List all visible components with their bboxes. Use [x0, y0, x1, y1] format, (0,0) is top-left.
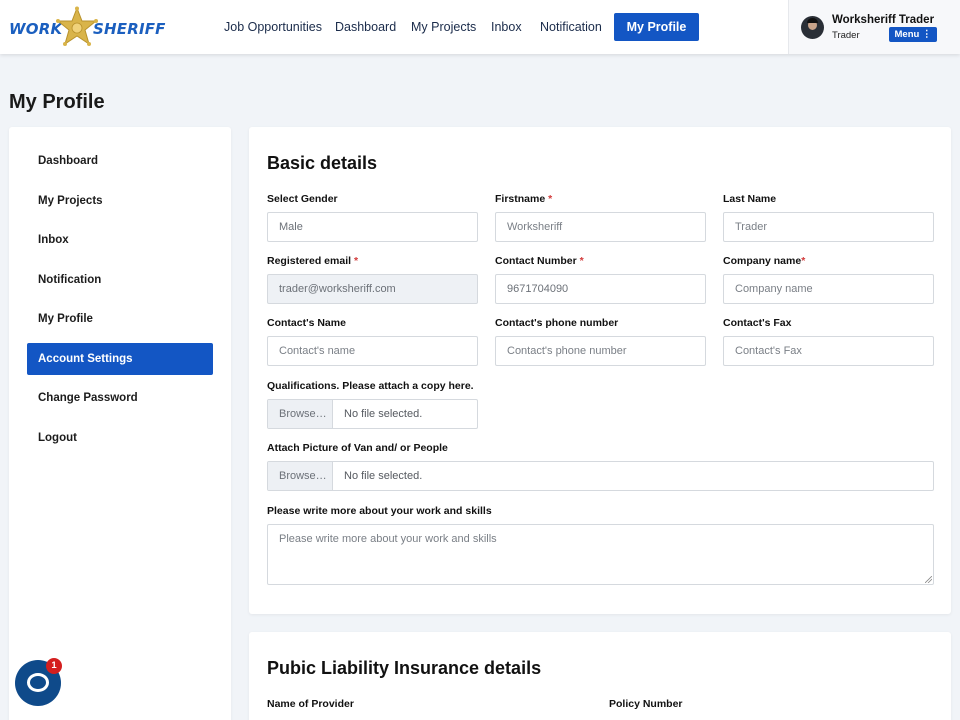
gender-label: Select Gender [267, 193, 338, 205]
about-label: Please write more about your work and sk… [267, 505, 492, 517]
qualifications-file-input[interactable]: Browse… No file selected. [267, 399, 478, 429]
avatar[interactable] [801, 16, 824, 39]
avatar-hair [807, 18, 818, 23]
firstname-input[interactable]: Worksheriff [495, 212, 706, 242]
page-title: My Profile [9, 91, 105, 113]
qualifications-label: Qualifications. Please attach a copy her… [267, 380, 474, 392]
chat-bubble-icon [27, 673, 49, 692]
sidebar-item-account-settings[interactable]: Account Settings [27, 343, 213, 375]
picture-label: Attach Picture of Van and/ or People [267, 442, 448, 454]
lastname-label: Last Name [723, 193, 777, 205]
company-name-input[interactable]: Company name [723, 274, 934, 304]
sidebar-item-notification[interactable]: Notification [27, 264, 213, 296]
nav-my-profile-button[interactable]: My Profile [614, 13, 699, 41]
basic-details-title: Basic details [267, 153, 378, 173]
required-mark: * [353, 255, 359, 267]
user-panel: Worksheriff Trader Trader Menu ⋮ [788, 0, 960, 54]
sidebar-item-change-password[interactable]: Change Password [27, 382, 213, 414]
user-role: Trader [832, 30, 860, 41]
browse-button[interactable]: Browse… [268, 400, 333, 428]
browse-button[interactable]: Browse… [268, 462, 333, 490]
about-textarea[interactable]: Please write more about your work and sk… [267, 524, 934, 585]
provider-label: Name of Provider [267, 698, 354, 710]
contact-number-label-text: Contact Number [495, 255, 577, 267]
contact-phone-label: Contact's phone number [495, 317, 619, 329]
insurance-title: Pubic Liability Insurance details [267, 658, 542, 678]
lastname-input[interactable]: Trader [723, 212, 934, 242]
insurance-card: Pubic Liability Insurance details Name o… [249, 632, 951, 720]
about-placeholder: Please write more about your work and sk… [279, 533, 497, 545]
contact-name-label: Contact's Name [267, 317, 346, 329]
contact-number-label: Contact Number * [495, 255, 584, 267]
contact-name-input[interactable]: Contact's name [267, 336, 478, 366]
chat-notification-badge: 1 [46, 658, 62, 674]
required-mark: * [579, 255, 584, 267]
user-name: Worksheriff Trader [832, 14, 935, 26]
company-label-text: Company name [723, 255, 802, 267]
contact-number-input[interactable]: 9671704090 [495, 274, 706, 304]
email-label: Registered email * [267, 255, 358, 267]
logo-word-sheriff: SHERIFF [93, 20, 166, 38]
top-navbar: WORK SHERIFF Job Opportunities Dashboard… [0, 0, 960, 54]
nav-my-projects[interactable]: My Projects [411, 20, 476, 34]
policy-number-label: Policy Number [609, 698, 683, 710]
nav-dashboard[interactable]: Dashboard [335, 20, 396, 34]
company-label: Company name* [723, 255, 805, 267]
gender-select[interactable]: Male [267, 212, 478, 242]
sidebar-item-my-profile[interactable]: My Profile [27, 303, 213, 335]
email-field[interactable]: trader@worksheriff.com [267, 274, 478, 304]
firstname-label: Firstname * [495, 193, 552, 205]
nav-notification[interactable]: Notification [540, 20, 602, 34]
email-label-text: Registered email [267, 255, 352, 267]
sidebar-item-logout[interactable]: Logout [27, 422, 213, 454]
contact-fax-label: Contact's Fax [723, 317, 792, 329]
firstname-label-text: Firstname [495, 193, 546, 205]
nav-inbox[interactable]: Inbox [491, 20, 522, 34]
file-name-text: No file selected. [344, 408, 423, 420]
picture-file-input[interactable]: Browse… No file selected. [267, 461, 934, 491]
basic-details-card: Basic details Select Gender Male Firstna… [249, 127, 951, 614]
resize-handle-icon[interactable] [925, 576, 932, 583]
sidebar-item-inbox[interactable]: Inbox [27, 224, 213, 256]
required-mark: * [801, 255, 806, 267]
file-name-text: No file selected. [344, 470, 423, 482]
nav-job-opportunities[interactable]: Job Opportunities [224, 20, 322, 34]
user-menu-button[interactable]: Menu ⋮ [889, 27, 937, 42]
contact-phone-input[interactable]: Contact's phone number [495, 336, 706, 366]
sidebar-item-my-projects[interactable]: My Projects [27, 185, 213, 217]
worksheriff-logo[interactable]: WORK SHERIFF [9, 6, 165, 50]
contact-fax-input[interactable]: Contact's Fax [723, 336, 934, 366]
required-mark: * [548, 193, 553, 205]
profile-sidebar: Dashboard My Projects Inbox Notification… [9, 127, 231, 720]
sidebar-item-dashboard[interactable]: Dashboard [27, 145, 213, 177]
